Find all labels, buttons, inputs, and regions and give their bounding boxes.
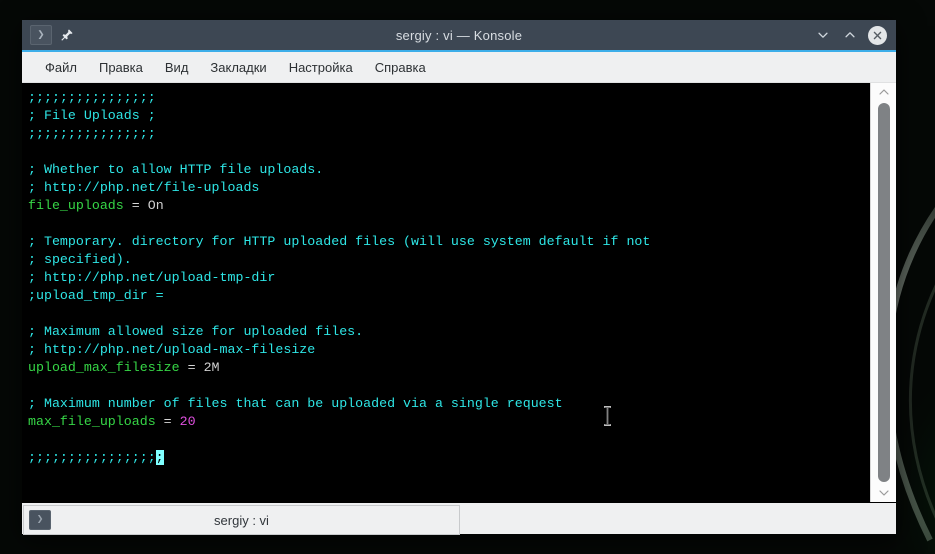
terminal-line: ; http://php.net/upload-tmp-dir	[28, 270, 276, 285]
desktop: ❯ sergiy : vi — Konsole Файл Правка Вид …	[0, 0, 935, 554]
window-controls	[814, 25, 896, 45]
terminal-line: ; specified).	[28, 252, 132, 267]
terminal-line: ; Maximum number of files that can be up…	[28, 396, 563, 411]
konsole-window: ❯ sergiy : vi — Konsole Файл Правка Вид …	[22, 20, 896, 535]
tab-label: sergiy : vi	[214, 512, 269, 528]
terminal-line: ; Temporary. directory for HTTP uploaded…	[28, 234, 651, 249]
terminal-line: ;;;;;;;;;;;;;;;;	[28, 90, 156, 105]
cursor-position-indicator: 800,18	[729, 500, 777, 502]
scrollbar-thumb[interactable]	[877, 103, 890, 482]
close-button[interactable]	[868, 25, 887, 45]
scrollbar-down-arrow-icon[interactable]	[878, 484, 890, 502]
menubar: Файл Правка Вид Закладки Настройка Справ…	[22, 52, 896, 83]
terminal-line: max_file_uploads = 20	[28, 414, 196, 429]
tab-sergiy-vi[interactable]: ❯ sergiy : vi	[23, 505, 460, 535]
terminal-line: file_uploads = On	[28, 198, 164, 213]
terminal-area: ;;;;;;;;;;;;;;;; ; File Uploads ;;;;;;;;;…	[22, 83, 896, 502]
terminal-scrollbar[interactable]	[870, 83, 896, 502]
terminal-line: ;upload_tmp_dir =	[28, 288, 164, 303]
terminal-line: ; Maximum allowed size for uploaded file…	[28, 324, 364, 339]
terminal-line: upload_max_filesize = 2M	[28, 360, 220, 375]
terminal-text-buffer: ;;;;;;;;;;;;;;;; ; File Uploads ;;;;;;;;;…	[28, 89, 870, 467]
terminal-line: ; Whether to allow HTTP file uploads.	[28, 162, 324, 177]
terminal-output[interactable]: ;;;;;;;;;;;;;;;; ; File Uploads ;;;;;;;;;…	[22, 83, 870, 502]
menu-settings[interactable]: Настройка	[278, 56, 364, 79]
menu-bookmarks[interactable]: Закладки	[199, 56, 277, 79]
tabbar: ❯ sergiy : vi	[22, 502, 896, 535]
scrollbar-track[interactable]	[871, 101, 896, 484]
terminal-line: ; http://php.net/file-uploads	[28, 180, 260, 195]
vi-status-line: 800,18 40%	[22, 482, 870, 502]
terminal-icon[interactable]: ❯	[30, 25, 52, 45]
terminal-line: ;;;;;;;;;;;;;;;;	[28, 126, 156, 141]
window-title: sergiy : vi — Konsole	[395, 27, 523, 43]
terminal-line: ;;;;;;;;;;;;;;;;;	[28, 450, 164, 465]
menu-edit[interactable]: Правка	[88, 56, 154, 79]
window-titlebar[interactable]: ❯ sergiy : vi — Konsole	[22, 20, 896, 52]
menu-help[interactable]: Справка	[364, 56, 437, 79]
scrollbar-up-arrow-icon[interactable]	[878, 83, 890, 101]
tabbar-empty-space	[460, 504, 896, 534]
terminal-line: ; File Uploads ;	[28, 108, 156, 123]
titlebar-left-icons: ❯	[22, 25, 76, 45]
menu-file[interactable]: Файл	[34, 56, 88, 79]
terminal-line: ; http://php.net/upload-max-filesize	[28, 342, 316, 357]
terminal-icon: ❯	[29, 510, 51, 530]
menu-view[interactable]: Вид	[154, 56, 200, 79]
pin-icon[interactable]	[58, 26, 76, 44]
maximize-button[interactable]	[841, 27, 858, 44]
minimize-button[interactable]	[814, 27, 831, 44]
